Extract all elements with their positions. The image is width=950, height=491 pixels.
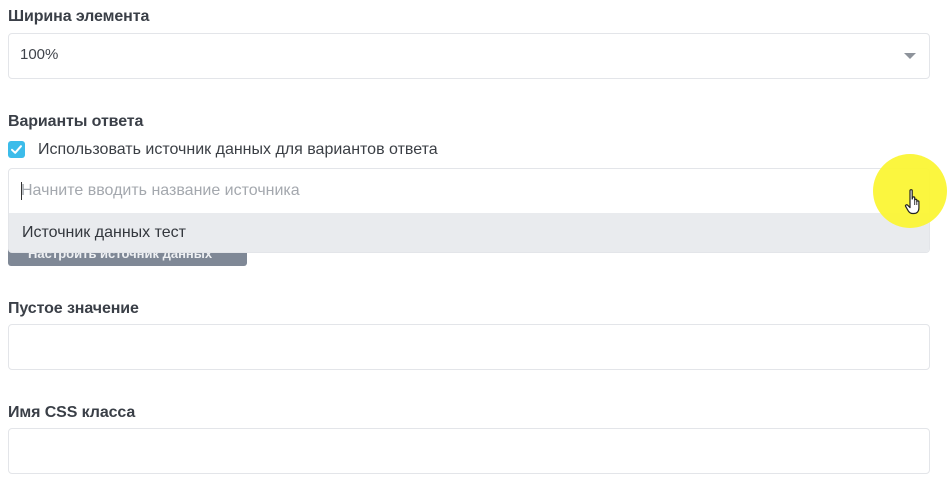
dropdown-option-label: Источник данных тест bbox=[22, 224, 186, 241]
answer-options-label: Варианты ответа bbox=[8, 113, 144, 130]
use-datasource-checkbox[interactable] bbox=[8, 141, 25, 158]
width-select[interactable]: 100% bbox=[8, 33, 930, 79]
empty-value-field[interactable] bbox=[8, 324, 930, 370]
empty-value-label: Пустое значение bbox=[8, 300, 139, 317]
empty-value-input[interactable] bbox=[9, 325, 929, 369]
css-class-input[interactable] bbox=[9, 429, 929, 473]
use-datasource-label[interactable]: Использовать источник данных для вариант… bbox=[38, 141, 438, 159]
dropdown-option[interactable]: Источник данных тест bbox=[9, 213, 929, 252]
text-caret bbox=[21, 182, 22, 200]
css-class-label: Имя CSS класса bbox=[8, 404, 136, 421]
chevron-down-icon[interactable] bbox=[904, 53, 916, 59]
datasource-combobox[interactable]: Источник данных тест bbox=[8, 168, 930, 253]
datasource-search-input[interactable] bbox=[9, 169, 929, 213]
hand-pointer-icon bbox=[904, 189, 920, 215]
check-icon bbox=[11, 145, 22, 154]
css-class-field[interactable] bbox=[8, 428, 930, 474]
width-select-value: 100% bbox=[20, 46, 59, 63]
width-label: Ширина элемента bbox=[8, 8, 150, 25]
